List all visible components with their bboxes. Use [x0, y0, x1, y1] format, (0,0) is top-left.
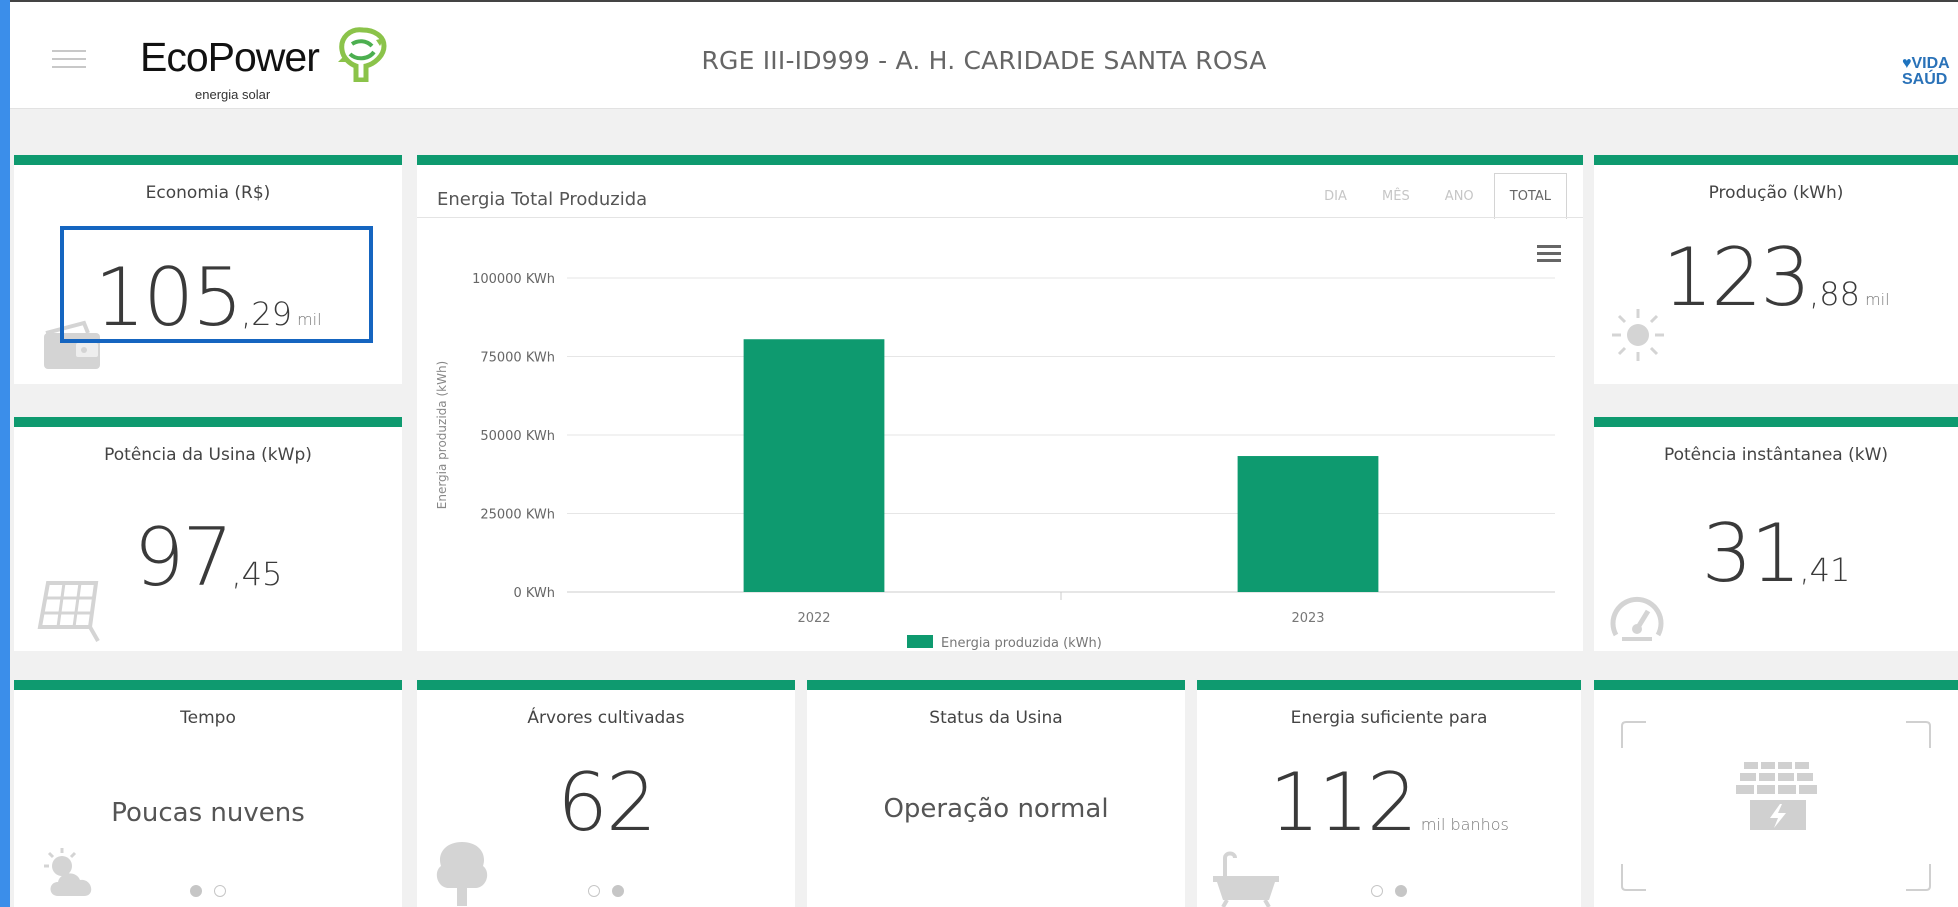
x-tick-label: 2022 [797, 611, 830, 626]
top-bar: EcoPower energia solar RGE III-ID999 - A… [10, 2, 1958, 109]
sun-icon [1612, 309, 1664, 361]
arvores-value: 62 [557, 756, 657, 849]
card-title: Tempo [180, 708, 236, 728]
solar-panel-icon [37, 581, 100, 642]
y-tick-label: 50000 KWh [480, 429, 555, 444]
bar-2022 [743, 339, 885, 592]
energy-bar-chart: 0 KWh 25000 KWh 50000 KWh 75000 KWh 100000 K… [435, 272, 1555, 651]
potencia-instantanea-value: 31,41 [1701, 507, 1851, 600]
app-frame: EcoPower energia solar RGE III-ID999 - A… [10, 0, 1958, 907]
partner-logo-top: VIDA [1911, 55, 1950, 72]
card-title: Produção (kWh) [1708, 183, 1844, 203]
potencia-instantanea-card: Potência instântanea (kW) 31,41 [1594, 417, 1958, 651]
legend-label: Energia produzida (kWh) [941, 636, 1102, 651]
carousel-dot-2[interactable] [213, 885, 226, 897]
speedometer-icon [1610, 596, 1664, 641]
y-axis-title: Energia produzida (kWh) [435, 361, 449, 509]
y-tick-label: 75000 KWh [480, 351, 555, 366]
site-title: RGE III-ID999 - A. H. CARIDADE SANTA ROS… [701, 46, 1267, 75]
potencia-usina-card: Potência da Usina (kWp) 97,45 [14, 417, 402, 651]
solar-panel-bolt-icon [1621, 721, 1931, 891]
energia-suficiente-value: 112 mil banhos [1269, 756, 1509, 849]
arvores-card: Árvores cultivadas 62 [417, 680, 795, 907]
carousel-dot-2[interactable] [611, 885, 624, 897]
carousel-dot-1[interactable] [190, 885, 203, 897]
y-tick-label: 100000 KWh [472, 272, 555, 287]
carousel-dot-2[interactable] [1394, 885, 1407, 897]
bar-2023 [1237, 456, 1379, 592]
solar-panel-card [1594, 680, 1958, 907]
carousel-dots [14, 882, 402, 901]
energia-total-chart-card: Energia Total Produzida DIA MÊS ANO TOTA… [417, 155, 1583, 651]
x-tick-label: 2023 [1291, 611, 1324, 626]
producao-card: Produção (kWh) 123,88 mil [1594, 155, 1958, 384]
left-edge-bar [0, 0, 10, 907]
card-title: Economia (R$) [145, 183, 271, 203]
card-title: Árvores cultivadas [527, 708, 685, 728]
energia-suficiente-card: Energia suficiente para 112 mil banhos [1197, 680, 1581, 907]
status-usina-card: Status da Usina Operação normal [807, 680, 1185, 907]
y-tick-label: 25000 KWh [480, 508, 555, 523]
carousel-dot-1[interactable] [588, 885, 601, 897]
card-title: Potência instântanea (kW) [1663, 445, 1889, 465]
y-tick-label: 0 KWh [513, 586, 555, 601]
status-value: Operação normal [883, 794, 1109, 824]
partner-logo: ♥VIDA SAÚD [1902, 56, 1958, 96]
carousel-dot-1[interactable] [1371, 885, 1384, 897]
tempo-card: Tempo Poucas nuvens [14, 680, 402, 907]
logo-tagline: energia solar [195, 87, 271, 102]
tempo-value: Poucas nuvens [111, 798, 305, 828]
highlight-box [60, 226, 373, 343]
carousel-dots [1197, 882, 1581, 901]
card-title: Status da Usina [929, 708, 1063, 728]
card-title: Potência da Usina (kWp) [104, 445, 312, 465]
carousel-dots [417, 882, 795, 901]
legend-swatch [907, 635, 933, 648]
card-title: Energia suficiente para [1290, 708, 1488, 728]
partner-logo-bottom: SAÚD [1902, 71, 1948, 88]
